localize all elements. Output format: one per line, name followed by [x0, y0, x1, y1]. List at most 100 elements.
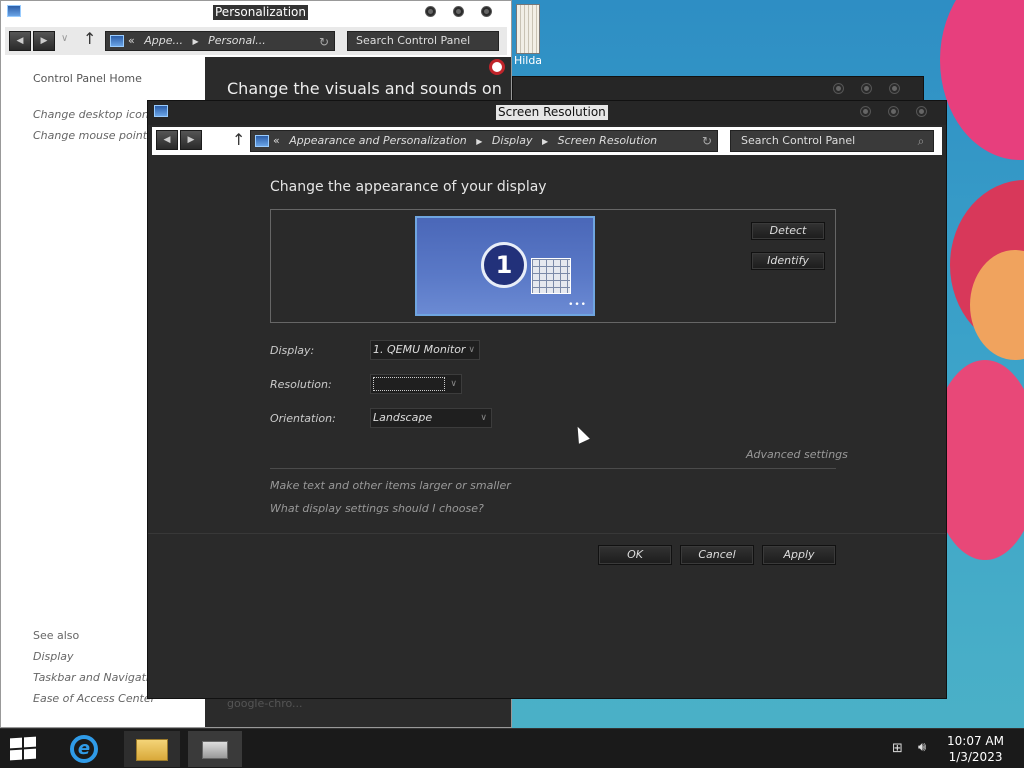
navigation-bar: ◀ ▶ ∨ ↑ « Appe... ▶ Personal... ↻ Search…	[5, 27, 507, 55]
file-explorer-button[interactable]	[124, 731, 180, 767]
see-also-taskbar[interactable]: Taskbar and Navigation	[33, 671, 163, 684]
chevron-down-icon: ∨	[480, 413, 487, 423]
desktop-icon-hilda[interactable]: Hilda	[508, 4, 548, 67]
monitor-preview[interactable]: 1 •••	[415, 216, 595, 316]
minimize-button[interactable]	[860, 106, 871, 117]
chevron-down-icon: ∨	[468, 345, 475, 355]
desktop-icon-label: Hilda	[513, 54, 543, 67]
display-label: Display:	[270, 344, 315, 357]
display-preview-area: 1 ••• Detect Identify	[270, 209, 836, 323]
display-help-link[interactable]: What display settings should I choose?	[270, 502, 484, 515]
breadcrumb-separator-icon[interactable]: ▶	[542, 137, 548, 146]
navigation-bar: ◀ ▶ ↑ « Appearance and Personalization ▶…	[152, 127, 942, 155]
orientation-label: Orientation:	[270, 412, 336, 425]
forward-button[interactable]: ▶	[33, 31, 55, 51]
start-button[interactable]	[10, 736, 38, 761]
search-input[interactable]: Search Control Panel ⌕	[730, 130, 934, 152]
orientation-dropdown[interactable]: Landscape ∨	[370, 408, 492, 428]
help-lifebuoy-icon[interactable]	[489, 59, 505, 75]
windows-logo-pane	[24, 736, 36, 748]
advanced-settings-link[interactable]: Advanced settings	[746, 448, 848, 461]
display-dropdown-value: 1. QEMU Monitor	[373, 343, 466, 356]
identify-button[interactable]: Identify	[751, 252, 825, 270]
desktop-icon-image	[516, 4, 540, 54]
page-heading: Change the appearance of your display	[270, 179, 547, 195]
screen-resolution-window[interactable]: Screen Resolution ◀ ▶ ↑ « Appearance and…	[147, 100, 947, 699]
resolution-label: Resolution:	[270, 378, 332, 391]
breadcrumb-overflow-icon[interactable]: «	[128, 34, 135, 47]
maximize-button[interactable]	[888, 106, 899, 117]
windows-logo-pane	[10, 749, 22, 761]
windows-logo-pane	[24, 748, 36, 760]
refresh-icon[interactable]: ↻	[699, 133, 715, 149]
breadcrumb-separator-icon[interactable]: ▶	[192, 37, 198, 46]
taskbar: e ⊞ 🔊︎ 10:07 AM 1/3/2023	[0, 728, 1024, 768]
clock-date: 1/3/2023	[948, 750, 1003, 764]
control-panel-icon	[202, 741, 228, 759]
detect-button[interactable]: Detect	[751, 222, 825, 240]
control-panel-icon	[7, 5, 21, 17]
taskbar-clock[interactable]: 10:07 AM 1/3/2023	[947, 733, 1004, 765]
back-button[interactable]: ◀	[156, 130, 178, 150]
monitor-grid-icon	[531, 258, 571, 294]
search-icon[interactable]: ⌕	[913, 133, 929, 149]
cancel-button[interactable]: Cancel	[680, 545, 754, 565]
refresh-icon[interactable]: ↻	[316, 34, 332, 50]
resolution-dropdown[interactable]: ∨	[370, 374, 462, 394]
control-panel-icon	[154, 105, 168, 117]
up-arrow-icon[interactable]: ↑	[83, 29, 96, 48]
resolution-dropdown-value	[373, 377, 445, 391]
close-button[interactable]	[481, 6, 492, 17]
sidebar-link-mouse-pointers[interactable]: Change mouse pointers	[33, 129, 164, 142]
recent-pages-chevron-icon[interactable]: ∨	[61, 33, 68, 44]
address-bar[interactable]: « Appearance and Personalization ▶ Displ…	[250, 130, 718, 152]
window-title: Screen Resolution	[496, 105, 608, 120]
control-panel-icon	[255, 135, 269, 147]
address-bar[interactable]: « Appe... ▶ Personal... ↻	[105, 31, 335, 51]
close-button[interactable]	[889, 83, 900, 94]
back-button[interactable]: ◀	[9, 31, 31, 51]
sidebar-link-desktop-icons[interactable]: Change desktop icons	[33, 108, 155, 121]
orientation-dropdown-value: Landscape	[373, 411, 433, 424]
breadcrumb-item[interactable]: Appearance and Personalization	[289, 134, 467, 147]
monitor-dots-icon: •••	[568, 300, 587, 310]
monitor-number-badge: 1	[481, 242, 527, 288]
breadcrumb-item[interactable]: Screen Resolution	[558, 134, 658, 147]
title-bar[interactable]: Screen Resolution	[148, 101, 946, 125]
network-icon[interactable]: ⊞	[892, 741, 903, 756]
title-bar[interactable]: Personalization	[1, 1, 511, 25]
see-also-display[interactable]: Display	[33, 650, 74, 663]
breadcrumb-item[interactable]: Personal...	[208, 34, 266, 47]
search-placeholder: Search Control Panel	[741, 134, 856, 147]
maximize-button[interactable]	[861, 83, 872, 94]
forward-button[interactable]: ▶	[180, 130, 202, 150]
minimize-button[interactable]	[833, 83, 844, 94]
window-title: Personalization	[213, 5, 308, 20]
divider	[270, 468, 836, 469]
up-arrow-icon[interactable]: ↑	[232, 130, 245, 149]
breadcrumb-overflow-icon[interactable]: «	[273, 134, 280, 147]
minimize-button[interactable]	[425, 6, 436, 17]
see-also-ease-of-access[interactable]: Ease of Access Center	[33, 692, 155, 705]
text-size-link[interactable]: Make text and other items larger or smal…	[270, 479, 511, 492]
control-panel-icon	[110, 35, 124, 47]
breadcrumb-item[interactable]: Appe...	[144, 34, 183, 47]
display-dropdown[interactable]: 1. QEMU Monitor ∨	[370, 340, 480, 360]
page-heading: Change the visuals and sounds on	[227, 79, 502, 98]
windows-logo-icon	[10, 737, 22, 749]
breadcrumb-separator-icon[interactable]: ▶	[476, 137, 482, 146]
internet-explorer-button[interactable]: e	[64, 731, 104, 767]
search-input[interactable]: Search Control Panel	[347, 31, 499, 51]
close-button[interactable]	[916, 106, 927, 117]
control-panel-taskbar-button[interactable]	[188, 731, 242, 767]
chevron-down-icon: ∨	[450, 379, 457, 389]
maximize-button[interactable]	[453, 6, 464, 17]
internet-explorer-icon: e	[70, 735, 98, 763]
folder-icon	[136, 739, 168, 761]
volume-icon[interactable]: 🔊︎	[918, 740, 926, 755]
apply-button[interactable]: Apply	[762, 545, 836, 565]
sidebar-link-control-panel-home[interactable]: Control Panel Home	[33, 72, 142, 85]
ok-button[interactable]: OK	[598, 545, 672, 565]
breadcrumb-item[interactable]: Display	[492, 134, 533, 147]
clock-time: 10:07 AM	[947, 734, 1004, 748]
